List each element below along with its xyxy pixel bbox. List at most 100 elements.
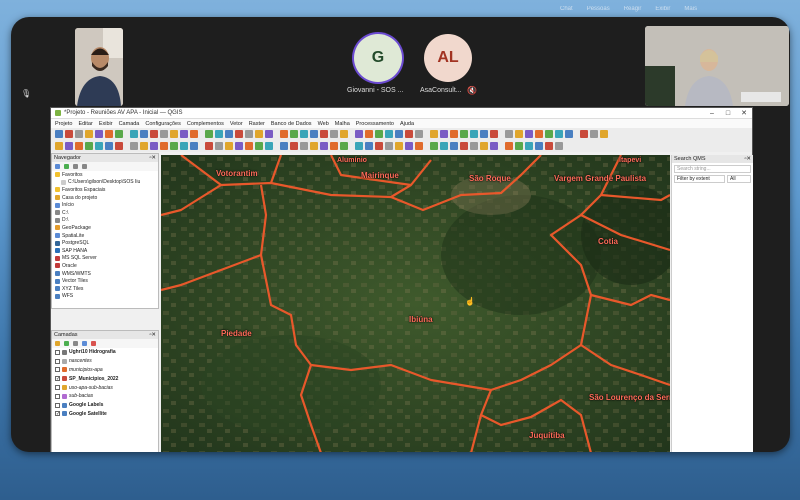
layer-icon[interactable] [330, 130, 338, 138]
identify-icon[interactable] [130, 130, 138, 138]
menu-item[interactable]: Banco de Dados [271, 121, 312, 127]
digitize-icon[interactable] [180, 130, 188, 138]
print-icon[interactable] [600, 130, 608, 138]
search-input[interactable]: Search string... [674, 165, 751, 173]
layer-item[interactable]: uso-apa-sub-bacias [52, 383, 158, 392]
identify-icon[interactable] [300, 130, 308, 138]
navigator-item[interactable]: Favoritos [52, 171, 158, 179]
new-project-icon[interactable] [225, 142, 233, 150]
navigator-item[interactable]: C:\ [52, 209, 158, 217]
participant-video-1[interactable] [75, 28, 123, 106]
maximize-button[interactable]: □ [720, 110, 736, 117]
edit-icon[interactable] [515, 142, 523, 150]
label-icon[interactable] [365, 130, 373, 138]
layer-item[interactable]: municipios-apa [52, 366, 158, 375]
new-project-icon[interactable] [395, 142, 403, 150]
print-icon[interactable] [255, 130, 263, 138]
print-icon[interactable] [255, 142, 263, 150]
zoom-out-icon[interactable] [460, 130, 468, 138]
pan-icon[interactable] [440, 142, 448, 150]
open-icon[interactable] [405, 142, 413, 150]
layer-item[interactable]: Ughri10 Hidrografia [52, 348, 158, 357]
style-icon[interactable] [55, 341, 60, 346]
save-icon[interactable] [415, 130, 423, 138]
layer-icon[interactable] [505, 130, 513, 138]
plugin-icon[interactable] [385, 142, 393, 150]
save-icon[interactable] [415, 142, 423, 150]
edit-icon[interactable] [170, 130, 178, 138]
new-project-icon[interactable] [395, 130, 403, 138]
navigator-item[interactable]: Oracle [52, 262, 158, 270]
print-icon[interactable] [430, 130, 438, 138]
digitize-icon[interactable] [525, 142, 533, 150]
refresh-icon[interactable] [375, 142, 383, 150]
filter-by-extent-label[interactable]: Filter by extent [674, 175, 725, 183]
zoom-in-icon[interactable] [105, 130, 113, 138]
label-icon[interactable] [535, 130, 543, 138]
filter-icon[interactable] [73, 341, 78, 346]
zoom-out-icon[interactable] [460, 142, 468, 150]
refresh-icon[interactable] [545, 130, 553, 138]
close-button[interactable]: ✕ [736, 109, 752, 117]
measure-icon[interactable] [310, 142, 318, 150]
print-icon[interactable] [430, 142, 438, 150]
minimize-button[interactable]: – [704, 110, 720, 117]
digitize-icon[interactable] [180, 142, 188, 150]
zoom-out-icon[interactable] [290, 130, 298, 138]
measure-icon[interactable] [310, 130, 318, 138]
zoom-out-icon[interactable] [290, 142, 298, 150]
zoom-in-icon[interactable] [450, 142, 458, 150]
pan-icon[interactable] [95, 130, 103, 138]
navigator-item[interactable]: PostgreSQL [52, 239, 158, 247]
label-icon[interactable] [190, 130, 198, 138]
participant-avatar-al[interactable]: AL [424, 34, 472, 82]
menu-item[interactable]: Web [318, 121, 329, 127]
plugin-icon[interactable] [555, 142, 563, 150]
identify-icon[interactable] [300, 142, 308, 150]
new-project-icon[interactable] [55, 130, 63, 138]
select-icon[interactable] [490, 130, 498, 138]
open-icon[interactable] [405, 130, 413, 138]
layer-icon[interactable] [330, 142, 338, 150]
layer-visibility-checkbox[interactable] [55, 402, 60, 408]
layer-icon[interactable] [160, 130, 168, 138]
navigator-item[interactable]: Casa do projeto [52, 194, 158, 202]
navigator-item[interactable]: MS SQL Server [52, 255, 158, 263]
participant-avatar-giovanni[interactable]: G [354, 34, 402, 82]
print-icon[interactable] [85, 142, 93, 150]
identify-icon[interactable] [470, 130, 478, 138]
navigator-item[interactable]: SpatiaLite [52, 232, 158, 240]
navigator-item[interactable]: WFS [52, 293, 158, 301]
identify-icon[interactable] [470, 142, 478, 150]
navigator-item[interactable]: SAP HANA [52, 247, 158, 255]
participant-video-2[interactable] [645, 26, 789, 106]
save-icon[interactable] [245, 130, 253, 138]
menu-item[interactable]: Vetor [230, 121, 243, 127]
edit-icon[interactable] [515, 130, 523, 138]
navigator-item[interactable]: GeoPackage [52, 224, 158, 232]
filter-select[interactable]: All [727, 175, 751, 183]
refresh-icon[interactable] [205, 130, 213, 138]
layer-item[interactable]: Google Labels [52, 401, 158, 410]
layer-item[interactable]: ✓ Google Satellite [52, 410, 158, 419]
zoom-in-icon[interactable] [105, 142, 113, 150]
layer-visibility-checkbox[interactable] [55, 393, 60, 399]
zoom-out-icon[interactable] [115, 130, 123, 138]
qgis-window[interactable]: *Projeto - Reuniões AV APA - Inicial — Q… [50, 107, 753, 452]
menu-item[interactable]: Processamento [356, 121, 394, 127]
zoom-out-icon[interactable] [115, 142, 123, 150]
map-canvas[interactable]: Votorantim Mairinque São Roque Vargem Gr… [161, 155, 670, 452]
navigator-tree[interactable]: Favoritos C:\Users\gilson\Desktop\SOS Iiu… [52, 171, 158, 300]
open-icon[interactable] [65, 142, 73, 150]
layer-visibility-checkbox[interactable] [55, 385, 60, 391]
zoom-in-icon[interactable] [280, 142, 288, 150]
print-icon[interactable] [85, 130, 93, 138]
layer-icon[interactable] [505, 142, 513, 150]
menu-item[interactable]: Raster [249, 121, 265, 127]
navigator-item[interactable]: Favoritos Espaciais [52, 186, 158, 194]
identify-icon[interactable] [130, 142, 138, 150]
add-group-icon[interactable] [64, 341, 69, 346]
save-icon[interactable] [75, 130, 83, 138]
zoom-in-icon[interactable] [280, 130, 288, 138]
navigator-item[interactable]: WMS/WMTS [52, 270, 158, 278]
